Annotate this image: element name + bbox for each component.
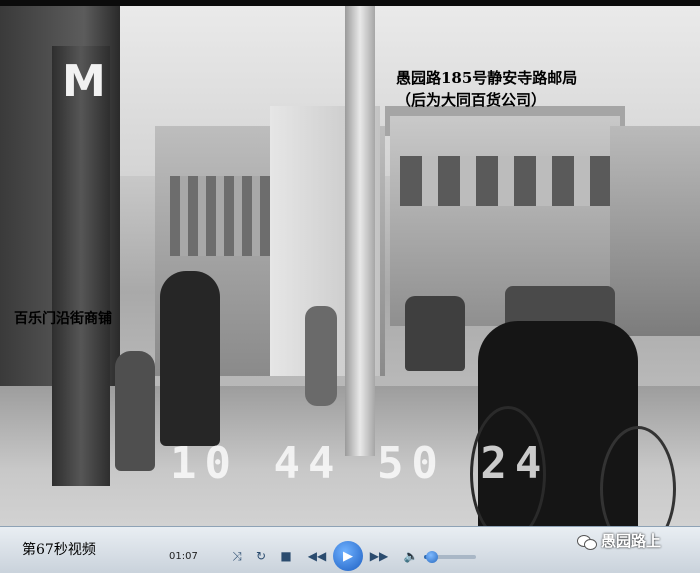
watermark: 愚园路上 [577,530,661,551]
screenshot-frame: M 愚园路185号静安寺路邮局 （后为大同百货公司） 百乐门沿街商铺 10 44… [0,0,700,573]
caption-title: 愚园路185号静安寺路邮局 [396,69,578,87]
man-in-coat [160,271,220,446]
repeat-icon: ↻ [255,549,267,563]
vintage-car [405,296,465,371]
mute-button[interactable]: 🔈 [400,545,422,567]
rewind-icon: ◀◀ [307,549,327,563]
right-building-windows [400,156,610,206]
time-elapsed: 01:07 [169,551,198,562]
watermark-text: 愚园路上 [601,532,662,550]
volume-knob[interactable] [425,551,438,563]
fast-forward-icon: ▶▶ [369,549,389,563]
repeat-button[interactable]: ↻ [250,545,272,567]
caption-subtitle: （后为大同百货公司） [396,91,547,109]
play-icon: ▶ [343,548,353,564]
child [115,351,155,471]
speaker-icon: 🔈 [403,549,419,563]
play-button[interactable]: ▶ [333,541,363,571]
volume-slider[interactable] [424,551,476,563]
stop-button[interactable]: ■ [275,545,297,567]
foreground-pillar [52,46,110,486]
next-button[interactable]: ▶▶ [368,545,390,567]
shuffle-button[interactable]: ⤨ [226,545,248,567]
video-frame[interactable]: M 愚园路185号静安寺路邮局 （后为大同百货公司） 百乐门沿街商铺 10 44… [0,6,700,526]
video-label: 第67秒视频 [22,542,96,558]
previous-button[interactable]: ◀◀ [306,545,328,567]
film-timestamp: 10 44 50 24 [170,438,550,489]
stop-icon: ■ [280,549,292,563]
caption-shops: 百乐门沿街商铺 [14,311,112,327]
pedestrian [305,306,337,406]
corner-mark: M [62,56,106,107]
street-pole [345,6,375,456]
shuffle-icon: ⤨ [232,548,242,563]
far-right-building [610,126,700,336]
wechat-icon [577,533,597,550]
